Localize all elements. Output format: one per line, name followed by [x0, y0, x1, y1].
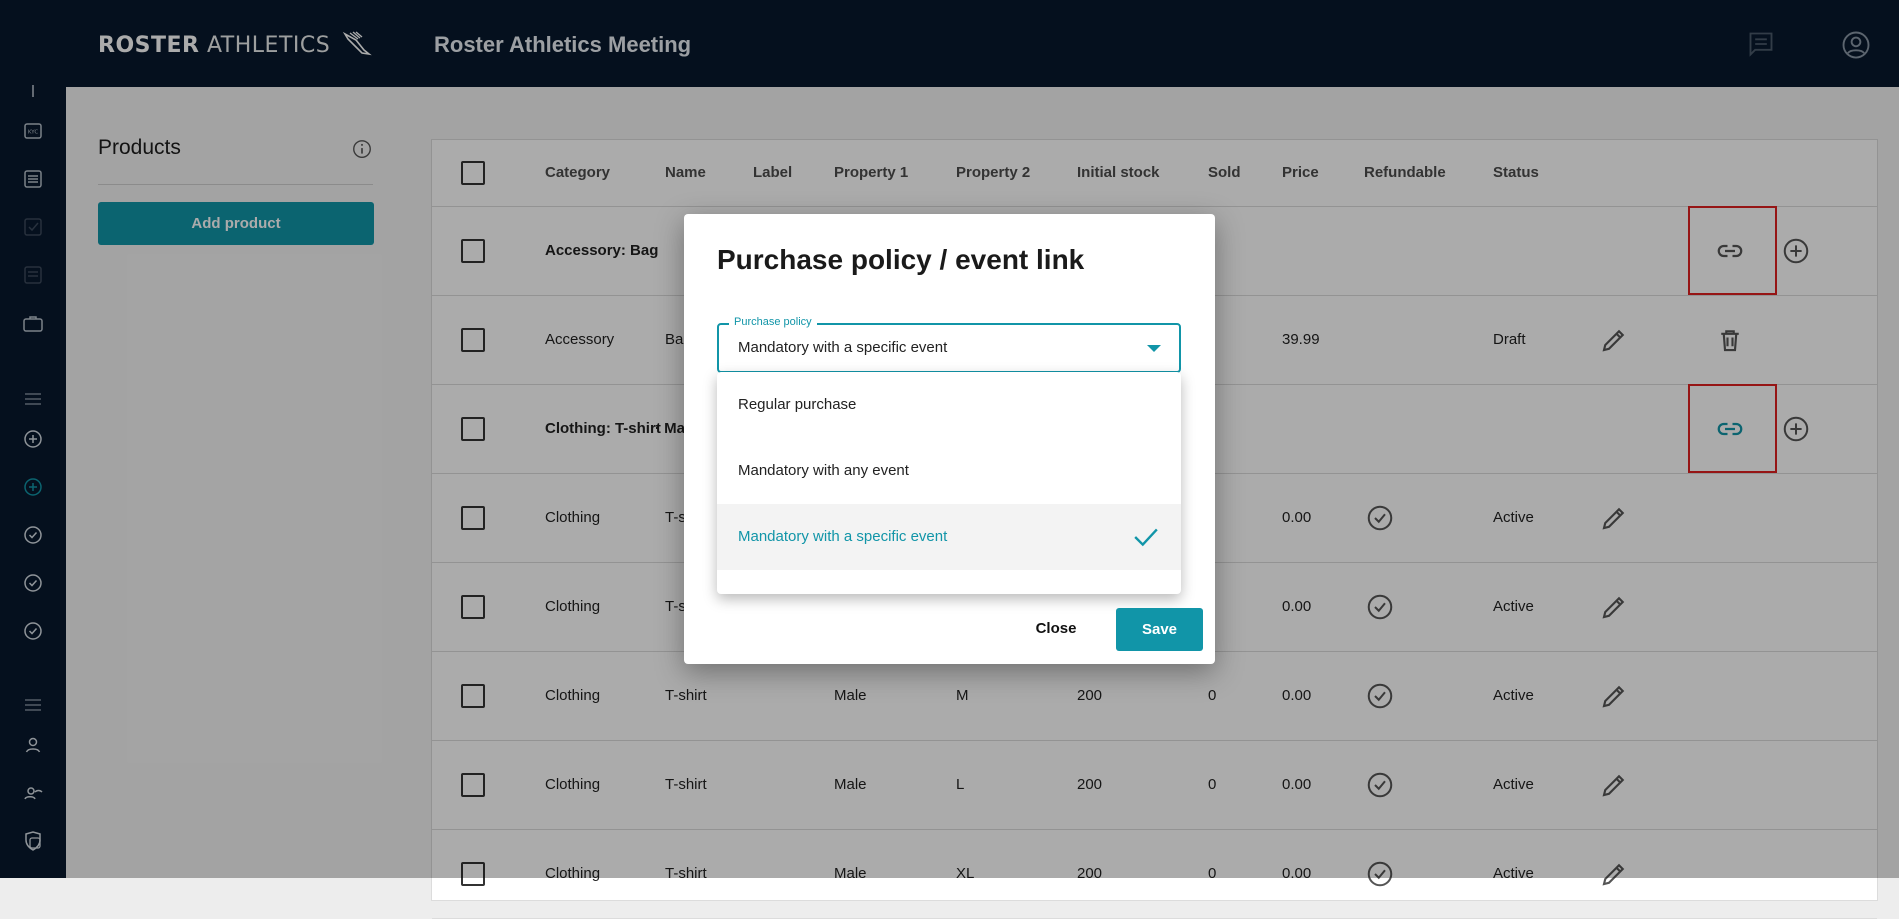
caret-down-icon[interactable] — [1147, 345, 1161, 352]
option-regular-purchase[interactable]: Regular purchase — [717, 372, 1181, 438]
purchase-policy-dialog: Purchase policy / event link Purchase po… — [684, 214, 1215, 664]
option-mandatory-specific-event[interactable]: Mandatory with a specific event — [717, 504, 1181, 570]
select-value: Mandatory with a specific event — [738, 339, 948, 356]
option-mandatory-any-event[interactable]: Mandatory with any event — [717, 438, 1181, 504]
option-label: Mandatory with a specific event — [738, 528, 948, 545]
purchase-policy-select[interactable]: Purchase policy Mandatory with a specifi… — [717, 316, 1181, 373]
save-button[interactable]: Save — [1116, 608, 1203, 651]
purchase-policy-menu: Regular purchase Mandatory with any even… — [717, 372, 1181, 594]
close-button[interactable]: Close — [1021, 607, 1091, 649]
option-label: Mandatory with any event — [738, 462, 909, 479]
checkmark-icon — [1134, 528, 1158, 547]
dialog-title: Purchase policy / event link — [717, 244, 1085, 275]
option-label: Regular purchase — [738, 396, 857, 413]
select-label: Purchase policy — [729, 316, 817, 328]
